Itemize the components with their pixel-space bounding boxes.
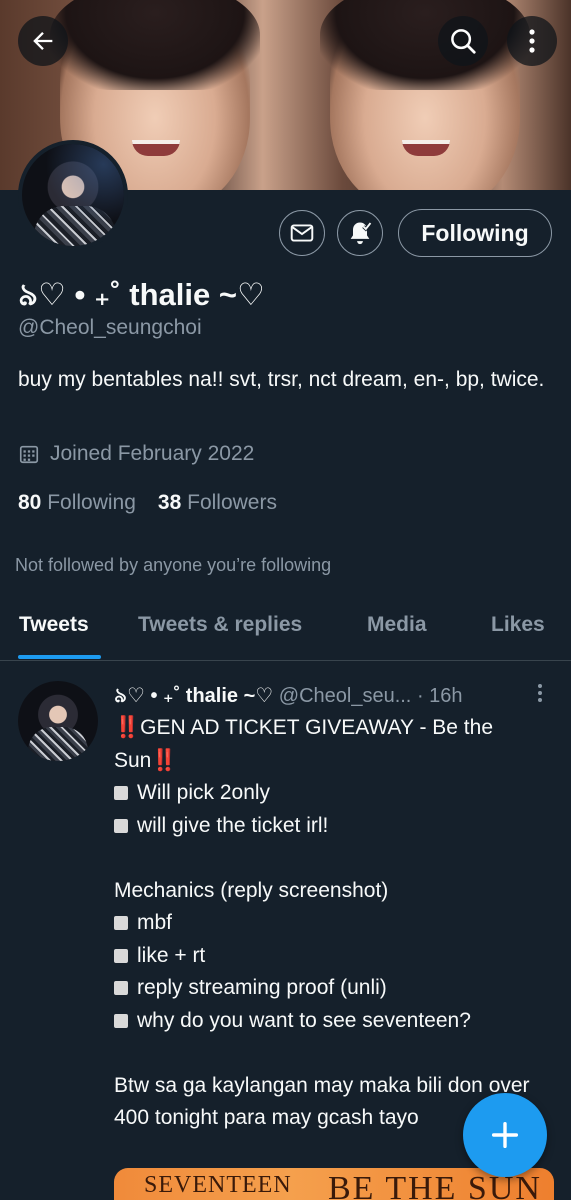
media-text-left: SEVENTEEN <box>144 1172 292 1198</box>
following-label: Following <box>47 491 136 514</box>
bullet-item: will give the ticket irl! <box>114 810 554 843</box>
tweet-header: ৯♡ • ₊˚ thalie ~♡ @Cheol_seu... · 16h <box>114 681 534 714</box>
tweet-author-handle: @Cheol_seu... <box>278 685 412 707</box>
white-square-icon <box>114 916 128 930</box>
profile-tabs: Tweets Tweets & replies Media Likes <box>0 597 571 661</box>
profile-avatar[interactable] <box>18 140 128 250</box>
compose-tweet-button[interactable] <box>463 1093 547 1177</box>
bullet-item: Will pick 2only <box>114 777 554 810</box>
tab-likes[interactable]: Likes <box>491 613 545 637</box>
double-exclamation-right: ‼️ <box>151 748 178 772</box>
back-arrow-icon <box>33 32 53 50</box>
following-count: 80 <box>18 491 42 514</box>
mechanics-label: Mechanics (reply screenshot) <box>114 878 389 902</box>
followers-label: Followers <box>187 491 277 514</box>
tab-tweets-replies[interactable]: Tweets & replies <box>138 613 302 637</box>
tweet-title-line: ‼️GEN AD TICKET GIVEAWAY - Be the Sun‼️ <box>114 712 554 777</box>
following-stat[interactable]: 80 Following <box>18 491 136 514</box>
tweet-more-button[interactable] <box>532 683 548 710</box>
message-button[interactable] <box>279 210 325 256</box>
white-square-icon <box>114 818 128 833</box>
mail-icon <box>290 224 314 242</box>
search-icon <box>451 29 476 54</box>
bullet-item: mbf <box>114 907 554 940</box>
tweet-time[interactable]: · 16h <box>417 685 463 707</box>
bell-check-icon <box>350 221 372 245</box>
white-square-icon <box>114 1013 128 1028</box>
tab-media[interactable]: Media <box>367 613 427 637</box>
tweet-author-name[interactable]: ৯♡ • ₊˚ thalie ~♡ <box>114 685 273 707</box>
bullet-item: like + rt <box>114 940 554 973</box>
active-tab-indicator <box>18 655 101 659</box>
followers-count: 38 <box>157 491 182 514</box>
profile-bio: buy my bentables na!! svt, trsr, nct dre… <box>18 368 545 391</box>
followers-stat[interactable]: 38 Followers <box>158 491 277 514</box>
white-square-icon <box>114 948 128 963</box>
white-square-icon <box>114 981 128 995</box>
search-button[interactable] <box>438 16 488 66</box>
bullet-item: why do you want to see seventeen? <box>114 1005 554 1038</box>
tab-tweets[interactable]: Tweets <box>19 613 89 637</box>
joined-date: Joined February 2022 <box>18 442 254 466</box>
banner-photo-right <box>320 0 530 190</box>
more-horizontal-icon <box>538 684 542 702</box>
plus-icon <box>491 1121 519 1149</box>
calendar-icon <box>19 445 39 464</box>
double-exclamation-left: ‼️ <box>114 716 141 739</box>
more-vertical-icon <box>529 29 535 53</box>
follow-stats: 80 Following 38 Followers <box>18 491 277 515</box>
notifications-button[interactable] <box>337 210 383 256</box>
bullet-item: reply streaming proof (unli) <box>114 972 554 1005</box>
more-options-button[interactable] <box>507 16 557 66</box>
profile-handle: @Cheol_seungchoi <box>18 316 202 339</box>
back-button[interactable] <box>18 16 68 66</box>
tweet-avatar[interactable] <box>18 681 98 761</box>
tweet-text: ‼️GEN AD TICKET GIVEAWAY - Be the Sun‼️ W… <box>114 712 554 1135</box>
joined-text: Joined February 2022 <box>50 442 255 465</box>
white-square-icon <box>114 786 128 800</box>
following-button[interactable]: Following <box>398 209 552 257</box>
not-followed-notice: Not followed by anyone you’re following <box>15 555 332 575</box>
